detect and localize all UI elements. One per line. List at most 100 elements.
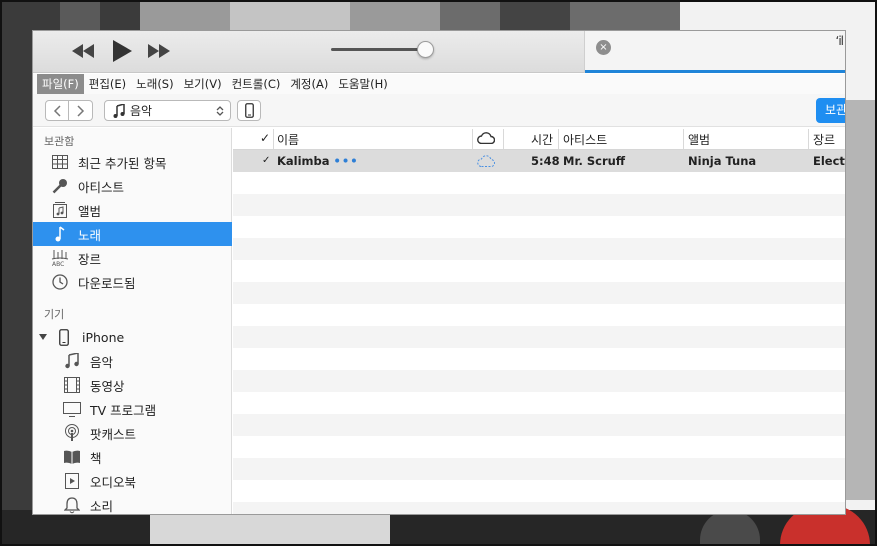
song-album: Ninja Tuna <box>688 154 757 168</box>
empty-row <box>233 282 845 304</box>
updown-arrows-icon <box>216 106 224 116</box>
download-clock-icon <box>51 273 69 291</box>
sidebar-item-iphone[interactable]: iPhone <box>33 325 232 349</box>
sidebar-item-label: 팟캐스트 <box>90 426 137 442</box>
now-playing-display: × ʻil <box>584 31 845 73</box>
forward-button[interactable] <box>69 100 93 121</box>
empty-row <box>233 458 845 480</box>
sidebar-item-device-movies[interactable]: 동영상 <box>33 373 232 397</box>
devices-section-title: 기기 <box>44 308 65 321</box>
column-name[interactable]: 이름 <box>277 131 299 148</box>
music-note-icon <box>113 103 125 118</box>
menu-account[interactable]: 계정(A) <box>285 74 333 94</box>
song-genre: Electro <box>813 154 845 168</box>
table-row[interactable]: ✓ Kalimba ••• 5:48 Mr. Scruff Ninja Tuna … <box>233 150 845 172</box>
sidebar-item-device-tv-shows[interactable]: TV 프로그램 <box>33 397 232 421</box>
menu-song[interactable]: 노래(S) <box>131 74 178 94</box>
empty-row <box>233 414 845 436</box>
sidebar-item-genres[interactable]: ABC 장르 <box>33 246 232 270</box>
column-time[interactable]: 시간 <box>531 131 553 148</box>
sidebar-item-label: 최근 추가된 항목 <box>78 155 167 171</box>
column-check[interactable]: ✓ <box>260 131 270 145</box>
album-icon <box>51 201 69 219</box>
svg-text:ABC: ABC <box>52 261 64 267</box>
next-button[interactable] <box>147 39 171 63</box>
menu-help[interactable]: 도움말(H) <box>333 74 392 94</box>
book-icon <box>63 448 81 466</box>
sidebar-item-label: TV 프로그램 <box>90 402 157 418</box>
film-icon <box>63 376 81 394</box>
sidebar-item-albums[interactable]: 앨범 <box>33 198 232 222</box>
microphone-icon <box>51 177 69 195</box>
sidebar-item-label: 다운로드됨 <box>78 275 136 291</box>
sidebar-item-device-music[interactable]: 음악 <box>33 349 232 373</box>
empty-row <box>233 370 845 392</box>
song-list: ✓ 이름 시간 아티스트 앨범 장르 ✓ Kalimba ••• 5:48 Mr… <box>233 128 845 514</box>
grid-icon <box>51 153 69 171</box>
iphone-icon <box>244 103 254 118</box>
sidebar-item-recently-added[interactable]: 최근 추가된 항목 <box>33 150 232 174</box>
menu-file[interactable]: 파일(F) <box>37 74 84 94</box>
volume-slider[interactable] <box>331 48 425 51</box>
sidebar-item-device-podcasts[interactable]: 팟캐스트 <box>33 421 232 445</box>
empty-row <box>233 238 845 260</box>
menu-bar: 파일(F) 편집(E) 노래(S) 보기(V) 컨트롤(C) 계정(A) 도움말… <box>33 74 845 94</box>
fast-forward-icon <box>148 44 170 58</box>
music-note-icon <box>51 225 69 243</box>
sidebar-item-device-tones[interactable]: 소리 <box>33 493 232 514</box>
empty-row <box>233 326 845 348</box>
sidebar-item-label: 아티스트 <box>78 179 125 195</box>
music-note-icon <box>63 352 81 370</box>
sidebar-item-label: 앨범 <box>78 203 102 219</box>
apple-logo-icon: ʻil <box>835 34 845 48</box>
sidebar-item-label: 장르 <box>78 251 102 267</box>
media-type-select[interactable]: 음악 <box>104 100 231 121</box>
sidebar-item-label: 책 <box>90 450 102 466</box>
sidebar-item-songs[interactable]: 노래 <box>33 222 232 246</box>
itunes-window: × ʻil 파일(F) 편집(E) 노래(S) 보기(V) 컨트롤(C) 계정(… <box>33 31 845 514</box>
play-button[interactable] <box>110 39 134 63</box>
podcast-icon <box>63 424 81 442</box>
menu-edit[interactable]: 편집(E) <box>84 74 131 94</box>
back-button[interactable] <box>45 100 69 121</box>
cloud-status-icon <box>477 155 495 170</box>
sidebar-item-artists[interactable]: 아티스트 <box>33 174 232 198</box>
chevron-right-icon <box>76 104 84 117</box>
empty-row <box>233 502 845 514</box>
sidebar-item-device-books[interactable]: 책 <box>33 445 232 469</box>
sidebar: 보관함 최근 추가된 항목 아티스트 앨범 노래 ABC 장르 다운로드됨 기기 <box>33 128 232 514</box>
disclosure-triangle-icon <box>39 334 47 340</box>
cloud-icon <box>477 132 496 145</box>
song-name: Kalimba ••• <box>277 154 359 168</box>
previous-button[interactable] <box>71 39 95 63</box>
genre-icon: ABC <box>51 249 69 267</box>
toolbar: 음악 보관 <box>33 94 845 127</box>
column-artist[interactable]: 아티스트 <box>563 131 607 148</box>
more-options-icon[interactable]: ••• <box>334 154 359 168</box>
device-name: iPhone <box>82 329 125 345</box>
song-rows: ✓ Kalimba ••• 5:48 Mr. Scruff Ninja Tuna … <box>233 150 845 514</box>
loading-progress-bar <box>585 70 845 73</box>
menu-view[interactable]: 보기(V) <box>179 74 227 94</box>
song-artist: Mr. Scruff <box>563 154 626 168</box>
empty-row <box>233 194 845 216</box>
sidebar-item-label: 노래 <box>78 227 102 243</box>
library-section-title: 보관함 <box>44 135 75 148</box>
library-button[interactable]: 보관 <box>816 98 845 123</box>
menu-controls[interactable]: 컨트롤(C) <box>227 74 286 94</box>
sidebar-item-label: 동영상 <box>90 378 125 394</box>
column-album[interactable]: 앨범 <box>688 131 710 148</box>
rewind-icon <box>72 44 94 58</box>
sidebar-item-downloaded[interactable]: 다운로드됨 <box>33 270 232 294</box>
column-genre[interactable]: 장르 <box>813 131 835 148</box>
bell-icon <box>63 496 81 514</box>
volume-knob[interactable] <box>417 41 434 58</box>
close-icon[interactable]: × <box>596 40 611 55</box>
song-list-header: ✓ 이름 시간 아티스트 앨범 장르 <box>233 128 845 150</box>
iphone-icon <box>55 328 73 346</box>
song-checkbox[interactable]: ✓ <box>262 155 270 166</box>
cloud-status-column[interactable] <box>477 132 496 147</box>
device-button[interactable] <box>237 100 261 121</box>
chevron-left-icon <box>53 104 61 117</box>
sidebar-item-device-audiobooks[interactable]: 오디오북 <box>33 469 232 493</box>
